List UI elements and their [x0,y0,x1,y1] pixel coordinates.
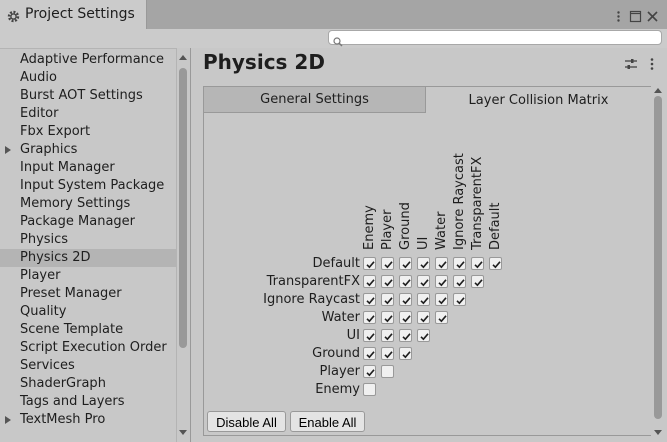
tab-layer-collision-matrix[interactable]: Layer Collision Matrix [426,87,651,113]
collision-checkbox[interactable] [381,293,394,306]
matrix-row-label: Water [321,310,360,325]
collision-checkbox[interactable] [435,257,448,270]
collision-checkbox[interactable] [363,257,376,270]
sidebar-item-label: Physics [20,232,69,247]
tab-general-settings[interactable]: General Settings [204,87,426,113]
sidebar-item[interactable]: Input Manager [0,159,176,177]
collision-checkbox[interactable] [471,275,484,288]
collision-checkbox[interactable] [471,257,484,270]
matrix-row-label: Ignore Raycast [263,292,360,307]
matrix-column-label: Water [434,211,449,250]
scroll-down-icon[interactable] [179,430,187,435]
search-input[interactable] [328,30,662,45]
window-title: Project Settings [25,6,135,22]
sidebar-item-label: Audio [20,70,57,85]
sidebar-item-label: Editor [20,106,59,121]
sidebar-item-label: TextMesh Pro [20,412,106,427]
sidebar-item-label: Graphics [20,142,78,157]
collision-checkbox[interactable] [381,311,394,324]
collision-checkbox[interactable] [363,347,376,360]
collision-checkbox[interactable] [381,329,394,342]
gear-icon [7,8,20,23]
more-icon[interactable] [612,8,625,22]
collision-checkbox[interactable] [453,275,466,288]
sidebar-item[interactable]: Burst AOT Settings [0,87,176,105]
sidebar-item-label: Input Manager [20,160,115,175]
expand-arrow-icon[interactable] [5,416,11,424]
matrix-row-label: UI [346,328,360,343]
sidebar-item[interactable]: Package Manager [0,213,176,231]
matrix-column-label: Enemy [362,205,377,250]
sidebar-item-label: Burst AOT Settings [20,88,143,103]
collision-checkbox[interactable] [381,257,394,270]
sidebar-item-label: Input System Package [20,178,165,193]
scroll-up-icon[interactable] [179,55,187,60]
collision-checkbox[interactable] [417,257,430,270]
sidebar-item[interactable]: Fbx Export [0,123,176,141]
scroll-down-icon[interactable] [654,430,662,435]
matrix-column-label: Ignore Raycast [452,153,467,250]
matrix-column-label: Player [380,209,395,250]
maximize-icon[interactable] [629,8,642,23]
collision-checkbox[interactable] [399,293,412,306]
collision-checkbox[interactable] [399,311,412,324]
sidebar-item[interactable]: Graphics [0,141,176,159]
collision-checkbox[interactable] [381,365,394,378]
collision-checkbox[interactable] [399,329,412,342]
sidebar-item-label: Fbx Export [20,124,91,139]
collision-checkbox[interactable] [435,311,448,324]
search-icon [333,32,343,47]
kebab-menu-icon[interactable] [648,56,656,70]
collision-checkbox[interactable] [363,365,376,378]
matrix-row-label: TransparentFX [266,274,360,289]
sidebar-item[interactable]: Audio [0,69,176,87]
collision-checkbox[interactable] [417,293,430,306]
sidebar-item[interactable]: Input System Package [0,177,176,195]
presets-icon[interactable] [624,56,638,70]
collision-checkbox[interactable] [363,275,376,288]
collision-checkbox[interactable] [363,293,376,306]
collision-checkbox[interactable] [399,257,412,270]
scroll-up-icon[interactable] [654,88,662,93]
collision-checkbox[interactable] [381,275,394,288]
collision-checkbox[interactable] [435,293,448,306]
collision-checkbox[interactable] [435,275,448,288]
collision-checkbox[interactable] [453,293,466,306]
enable-all-button[interactable]: Enable All [290,411,365,432]
matrix-row-label: Enemy [315,382,360,397]
matrix-column-label: UI [416,236,431,250]
collision-checkbox[interactable] [363,383,376,396]
sidebar-item-label: Package Manager [20,214,136,229]
collision-checkbox[interactable] [417,311,430,324]
collision-checkbox[interactable] [417,329,430,342]
disable-all-button[interactable]: Disable All [207,411,286,432]
collision-checkbox[interactable] [381,347,394,360]
collision-checkbox[interactable] [453,257,466,270]
page-title: Physics 2D [203,50,325,74]
sidebar-item[interactable]: Editor [0,105,176,123]
sidebar-item[interactable]: TextMesh Pro [0,411,176,429]
sidebar-item[interactable]: Memory Settings [0,195,176,213]
collision-checkbox[interactable] [363,329,376,342]
matrix-column-label: Ground [398,202,413,250]
sidebar-item-label: Memory Settings [20,196,131,211]
matrix-column-label: TransparentFX [470,156,485,250]
collision-checkbox[interactable] [399,347,412,360]
matrix-column-label: Default [488,202,503,251]
sidebar-item-label: Adaptive Performance [20,52,165,67]
expand-arrow-icon[interactable] [5,146,11,154]
close-icon[interactable] [646,8,659,22]
matrix-row-label: Player [319,364,360,379]
matrix-row-label: Ground [312,346,360,361]
sidebar-item[interactable]: Adaptive Performance [0,51,176,69]
collision-checkbox[interactable] [417,275,430,288]
main-scroll-thumb[interactable] [654,96,662,419]
matrix-row-label: Default [312,256,361,271]
collision-checkbox[interactable] [363,311,376,324]
sidebar-item[interactable]: Physics [0,231,176,249]
collision-checkbox[interactable] [489,257,502,270]
collision-checkbox[interactable] [399,275,412,288]
